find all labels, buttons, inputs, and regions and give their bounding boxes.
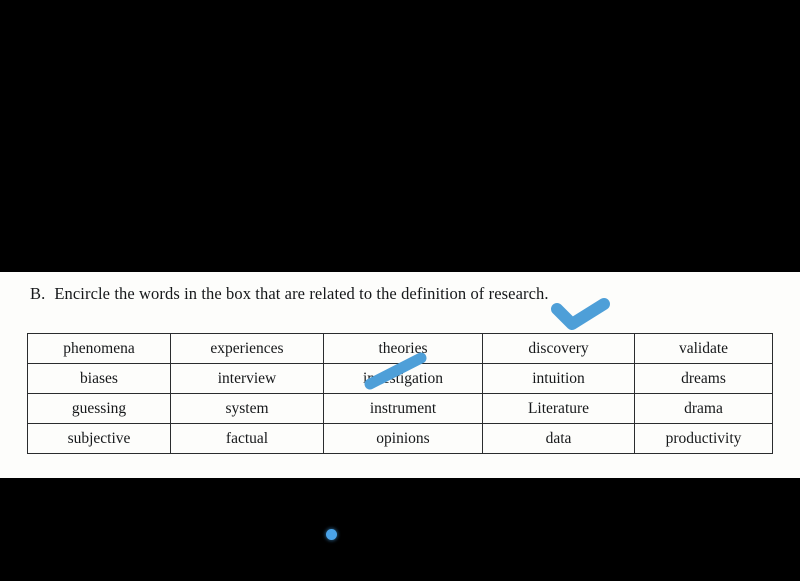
check-mark-over-discovery-icon — [551, 298, 610, 330]
screen: B. Encircle the words in the box that are… — [0, 0, 800, 581]
word-cell[interactable]: intuition — [482, 363, 635, 394]
word-cell[interactable]: subjective — [27, 423, 171, 454]
word-cell[interactable]: discovery — [482, 333, 635, 364]
word-cell[interactable]: Literature — [482, 393, 635, 424]
word-cell[interactable]: experiences — [170, 333, 324, 364]
worksheet-panel: B. Encircle the words in the box that are… — [0, 272, 800, 478]
word-cell[interactable]: factual — [170, 423, 324, 454]
word-cell[interactable]: opinions — [323, 423, 483, 454]
word-cell[interactable]: drama — [634, 393, 773, 424]
word-cell[interactable]: validate — [634, 333, 773, 364]
word-cell[interactable]: biases — [27, 363, 171, 394]
word-cell[interactable]: investigation — [323, 363, 483, 394]
table-row: phenomena experiences theories discovery… — [27, 333, 773, 364]
table-row: biases interview investigation intuition… — [27, 363, 773, 394]
instruction-text: Encircle the words in the box that are r… — [54, 284, 549, 303]
word-cell[interactable]: productivity — [634, 423, 773, 454]
word-cell[interactable]: system — [170, 393, 324, 424]
word-cell[interactable]: guessing — [27, 393, 171, 424]
cursor-dot — [326, 529, 337, 540]
table-row: subjective factual opinions data product… — [27, 423, 773, 454]
word-cell[interactable]: instrument — [323, 393, 483, 424]
word-cell[interactable]: theories — [323, 333, 483, 364]
word-cell[interactable]: interview — [170, 363, 324, 394]
word-cell[interactable]: dreams — [634, 363, 773, 394]
table-row: guessing system instrument Literature dr… — [27, 393, 773, 424]
word-cell[interactable]: data — [482, 423, 635, 454]
word-box-table: phenomena experiences theories discovery… — [27, 333, 773, 454]
word-cell[interactable]: phenomena — [27, 333, 171, 364]
item-label: B. — [30, 284, 46, 303]
instruction-line: B. Encircle the words in the box that are… — [30, 284, 770, 304]
